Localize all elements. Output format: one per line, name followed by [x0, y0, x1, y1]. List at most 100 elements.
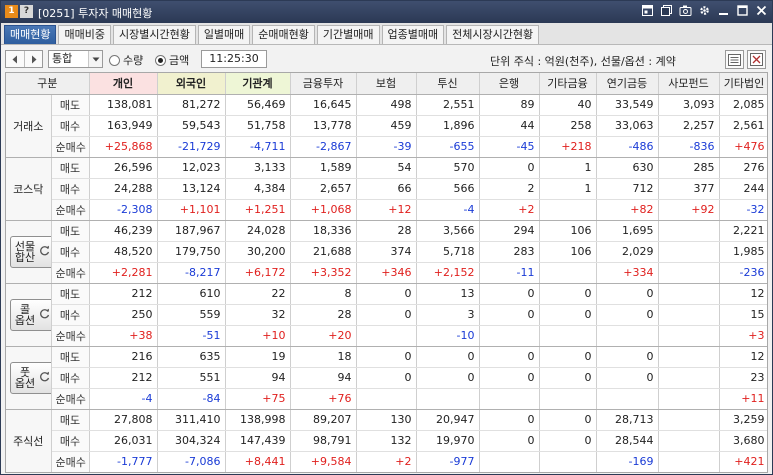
cell-insurance: 66	[356, 178, 417, 200]
cell-individual: -4	[89, 388, 158, 410]
market-label-line: 옵션	[14, 313, 36, 327]
header-other-corporation[interactable]: 기타법인	[719, 73, 767, 95]
header-private-equity[interactable]: 사모펀드	[658, 73, 720, 95]
cell-investment-trust: 19,970	[416, 430, 480, 452]
cell-other-corporation: -32	[719, 199, 767, 221]
cell-foreign: 59,543	[157, 115, 226, 137]
cell-private-equity: 377	[658, 178, 720, 200]
cell-financial-investment: +9,584	[290, 451, 357, 472]
radio-quantity[interactable]: 수량	[109, 52, 143, 68]
cell-other-financial: 106	[539, 241, 597, 263]
refresh-cycle-icon[interactable]	[38, 307, 50, 322]
tab-period-trading[interactable]: 기간별매매	[316, 25, 380, 44]
market-label: 풋 옵션	[13, 367, 37, 389]
cell-institution-total: +8,441	[225, 451, 291, 472]
refresh-cycle-icon[interactable]	[38, 370, 50, 385]
cell-insurance: 374	[356, 241, 417, 263]
cell-foreign: 187,967	[157, 220, 226, 242]
cell-foreign: -7,086	[157, 451, 226, 472]
list-view-icon[interactable]	[725, 50, 744, 69]
cell-institution-total: 32	[225, 304, 291, 326]
market-label: 코스닥	[6, 157, 52, 221]
minimize-icon[interactable]	[717, 4, 730, 18]
radio-amount-dot[interactable]	[155, 54, 166, 66]
unit-label: 단위 주식 : 억원(천주), 선물/옵션 : 계약	[490, 55, 676, 68]
prev-icon[interactable]	[6, 51, 24, 67]
cell-financial-investment: +3,352	[290, 262, 357, 284]
cell-insurance: 498	[356, 94, 417, 116]
cell-pension-fund: 630	[596, 157, 659, 179]
cell-foreign: -8,217	[157, 262, 226, 284]
row-label-buy: 매수	[51, 178, 90, 200]
screen-number-badge[interactable]: 1	[5, 5, 18, 18]
radio-amount[interactable]: 금액	[155, 52, 189, 68]
table-row: 순매수 +2,281 -8,217 +6,172 +3,352 +346 +2,152 -11…	[6, 262, 767, 284]
cell-financial-investment: +76	[290, 388, 357, 410]
market-toggle-cell[interactable]: 풋 옵션	[6, 346, 52, 410]
cell-financial-investment: -2,867	[290, 136, 357, 158]
camera-icon[interactable]	[679, 4, 692, 18]
row-label-net-buy: 순매수	[51, 388, 90, 410]
tab-sector-trading[interactable]: 업종별매매	[381, 25, 445, 44]
cell-other-financial	[539, 325, 597, 347]
market-toggle-cell[interactable]: 선물 합산	[6, 220, 52, 284]
tab-daily-trading[interactable]: 일별매매	[197, 25, 251, 44]
cell-insurance: 28	[356, 220, 417, 242]
tab-trading-ratio[interactable]: 매매비중	[58, 25, 111, 44]
cell-foreign: -84	[157, 388, 226, 410]
copy-icon[interactable]	[660, 4, 673, 18]
header-pension-fund[interactable]: 연기금등	[596, 73, 659, 95]
header-insurance[interactable]: 보험	[356, 73, 417, 95]
market-toggle-button[interactable]: 선물 합산	[10, 235, 50, 268]
cell-bank	[479, 451, 540, 472]
cell-institution-total: 3,133	[225, 157, 291, 179]
market-combo[interactable]: 통합	[48, 50, 103, 68]
cell-bank: 283	[479, 241, 540, 263]
help-badge[interactable]: ?	[20, 5, 33, 18]
header-institution-total[interactable]: 기관계	[225, 73, 291, 95]
row-label-sell: 매도	[51, 94, 90, 116]
header-financial-investment[interactable]: 금융투자	[290, 73, 357, 95]
window-restore-icon[interactable]	[641, 4, 654, 18]
cell-investment-trust: 5,718	[416, 241, 480, 263]
excel-export-icon[interactable]	[747, 50, 766, 69]
cell-foreign: -51	[157, 325, 226, 347]
cell-pension-fund	[596, 388, 659, 410]
header-individual[interactable]: 개인	[89, 73, 158, 95]
tab-market-time-status[interactable]: 시장별시간현황	[112, 25, 196, 44]
row-label-sell: 매도	[51, 283, 90, 305]
cell-investment-trust: -10	[416, 325, 480, 347]
cell-foreign: 559	[157, 304, 226, 326]
row-label-buy: 매수	[51, 115, 90, 137]
gear-icon[interactable]	[698, 4, 711, 18]
tab-trading-status[interactable]: 매매현황	[4, 25, 57, 44]
cell-private-equity	[658, 304, 720, 326]
market-toggle-cell[interactable]: 콜 옵션	[6, 283, 52, 347]
tab-all-market-time-status[interactable]: 전체시장시간현황	[446, 25, 540, 44]
cell-bank: -11	[479, 262, 540, 284]
market-toggle-button[interactable]: 콜 옵션	[10, 298, 50, 331]
cell-pension-fund: 33,549	[596, 94, 659, 116]
tab-net-trading-status[interactable]: 순매매현황	[252, 25, 315, 44]
cell-individual: 212	[89, 367, 158, 389]
header-bank[interactable]: 은행	[479, 73, 540, 95]
refresh-cycle-icon[interactable]	[38, 244, 50, 259]
cell-financial-investment: 89,207	[290, 409, 357, 431]
cell-insurance: +346	[356, 262, 417, 284]
table-row: 코스닥 매도 26,596 12,023 3,133 1,589 54 570 0 1 630 285…	[6, 157, 767, 221]
cell-individual: 26,031	[89, 430, 158, 452]
table-row: 매수 24,288 13,124 4,384 2,657 66 566 2 1 712 377 244	[6, 178, 767, 200]
market-toggle-button[interactable]: 풋 옵션	[10, 361, 50, 394]
header-foreign[interactable]: 외국인	[157, 73, 226, 95]
maximize-icon[interactable]	[736, 4, 749, 18]
cell-pension-fund: 712	[596, 178, 659, 200]
close-icon[interactable]	[755, 4, 768, 18]
next-icon[interactable]	[24, 51, 42, 67]
cell-insurance	[356, 325, 417, 347]
time-field[interactable]: 11:25:30	[201, 50, 267, 68]
header-other-financial[interactable]: 기타금융	[539, 73, 597, 95]
header-investment-trust[interactable]: 투신	[416, 73, 480, 95]
table-row: 순매수 +38 -51 +10 +20 -10 +3	[6, 325, 767, 347]
chevron-down-icon[interactable]	[88, 51, 102, 67]
radio-quantity-dot[interactable]	[109, 54, 120, 66]
